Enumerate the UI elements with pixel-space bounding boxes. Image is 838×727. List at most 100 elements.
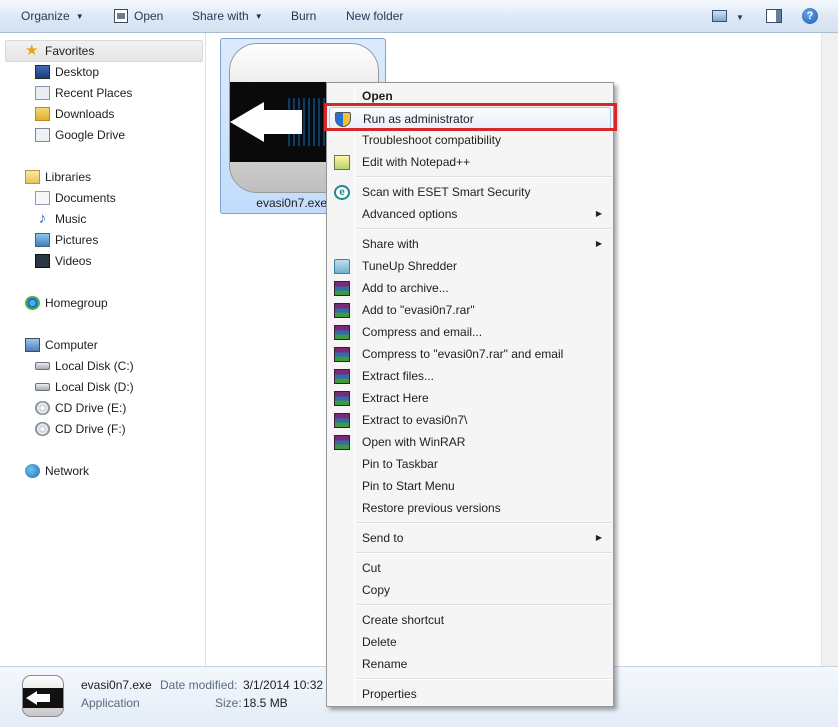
nav-favorites-label: Favorites <box>45 44 95 58</box>
menu-item-cut[interactable]: Cut <box>329 557 611 579</box>
preview-pane-icon[interactable] <box>766 9 782 23</box>
menu-item-add-to-rar[interactable]: Add to "evasi0n7.rar" <box>329 299 611 321</box>
menu-item-compress-and-email[interactable]: Compress and email... <box>329 321 611 343</box>
nav-desktop-label: Desktop <box>55 65 100 79</box>
menu-item-advanced-options[interactable]: Advanced options ▶ <box>329 203 611 225</box>
winrar-icon <box>334 325 350 340</box>
chevron-down-icon: ▼ <box>254 11 263 21</box>
menu-item-label: Properties <box>362 687 417 701</box>
videos-film-icon <box>35 254 50 268</box>
menu-item-extract-here[interactable]: Extract Here <box>329 387 611 409</box>
pictures-icon <box>35 233 50 247</box>
nav-local-disk-d-label: Local Disk (D:) <box>55 380 134 394</box>
submenu-arrow-icon: ▶ <box>595 239 602 248</box>
menu-item-send-to[interactable]: Send to ▶ <box>329 527 611 549</box>
menu-item-copy[interactable]: Copy <box>329 579 611 601</box>
burn-label: Burn <box>291 9 317 23</box>
nav-libraries-label: Libraries <box>45 170 92 184</box>
winrar-icon <box>334 435 350 450</box>
menu-item-label: Share with <box>362 237 419 251</box>
submenu-arrow-icon: ▶ <box>595 533 602 542</box>
menu-item-create-shortcut[interactable]: Create shortcut <box>329 609 611 631</box>
details-date-value: 3/1/2014 10:32 P <box>243 678 335 692</box>
nav-documents-label: Documents <box>55 191 116 205</box>
details-size-label: Size: <box>215 696 242 710</box>
open-button[interactable]: Open <box>114 7 163 27</box>
evasi0n-app-icon <box>22 675 64 717</box>
organize-button[interactable]: Organize ▼ <box>21 7 84 27</box>
details-file-type: Application <box>81 696 140 710</box>
libraries-icon <box>25 170 40 184</box>
menu-item-extract-to-folder[interactable]: Extract to evasi0n7\ <box>329 409 611 431</box>
desktop-icon <box>35 65 50 79</box>
menu-item-open-with-winrar[interactable]: Open with WinRAR <box>329 431 611 453</box>
nav-homegroup-label: Homegroup <box>45 296 108 310</box>
menu-item-share-with[interactable]: Share with ▶ <box>329 233 611 255</box>
vertical-scrollbar[interactable] <box>821 33 838 666</box>
google-drive-icon <box>35 128 50 142</box>
menu-separator <box>357 522 611 524</box>
menu-item-restore-previous-versions[interactable]: Restore previous versions <box>329 497 611 519</box>
organize-label: Organize <box>21 9 70 23</box>
change-view-icon[interactable] <box>712 10 727 22</box>
open-app-icon <box>114 9 128 23</box>
menu-item-run-as-administrator[interactable]: Run as administrator <box>329 107 611 129</box>
menu-item-label: Create shortcut <box>362 613 445 627</box>
recent-places-icon <box>35 86 50 100</box>
chevron-down-icon: ▼ <box>736 12 744 22</box>
icon-arrow-tail <box>262 110 302 134</box>
menu-item-scan-eset[interactable]: e Scan with ESET Smart Security <box>329 181 611 203</box>
downloads-folder-icon <box>35 107 50 121</box>
help-icon[interactable]: ? <box>802 8 818 24</box>
menu-item-open[interactable]: Open <box>329 85 611 107</box>
menu-item-delete[interactable]: Delete <box>329 631 611 653</box>
hard-disk-icon <box>35 362 50 370</box>
menu-item-label: Extract Here <box>362 391 429 405</box>
details-size-value: 18.5 MB <box>243 696 288 710</box>
nav-recent-places-label: Recent Places <box>55 86 133 100</box>
command-bar: Organize ▼ Open Share with ▼ Burn New fold… <box>0 0 838 33</box>
menu-item-edit-with-notepad[interactable]: Edit with Notepad++ <box>329 151 611 173</box>
homegroup-icon <box>25 296 40 310</box>
burn-button[interactable]: Burn <box>291 7 316 27</box>
nav-computer-label: Computer <box>45 338 98 352</box>
menu-item-pin-to-start-menu[interactable]: Pin to Start Menu <box>329 475 611 497</box>
notepad-plus-plus-icon <box>334 155 350 170</box>
share-with-button[interactable]: Share with ▼ <box>192 7 263 27</box>
nav-pictures-label: Pictures <box>55 233 99 247</box>
menu-item-compress-to-rar-and-email[interactable]: Compress to "evasi0n7.rar" and email <box>329 343 611 365</box>
menu-item-label: Compress and email... <box>362 325 483 339</box>
menu-item-troubleshoot-compatibility[interactable]: Troubleshoot compatibility <box>329 129 611 151</box>
open-label: Open <box>134 9 164 23</box>
winrar-icon <box>334 391 350 406</box>
nav-local-disk-c-label: Local Disk (C:) <box>55 359 134 373</box>
share-with-label: Share with <box>192 9 249 23</box>
views-dropdown-button[interactable]: ▼ <box>736 8 744 28</box>
context-menu: Open Run as administrator Troubleshoot c… <box>326 82 614 707</box>
uac-shield-icon <box>335 112 351 127</box>
menu-item-label: Add to archive... <box>362 281 449 295</box>
menu-item-label: Scan with ESET Smart Security <box>362 185 531 199</box>
menu-item-label: Advanced options <box>362 207 458 221</box>
trash-shredder-icon <box>334 259 350 274</box>
nav-videos-label: Videos <box>55 254 92 268</box>
menu-item-label: Delete <box>362 635 397 649</box>
menu-item-tuneup-shredder[interactable]: TuneUp Shredder <box>329 255 611 277</box>
nav-cd-drive-e-label: CD Drive (E:) <box>55 401 127 415</box>
menu-item-add-to-archive[interactable]: Add to archive... <box>329 277 611 299</box>
menu-item-label: Troubleshoot compatibility <box>362 133 501 147</box>
cd-drive-icon <box>35 401 50 415</box>
icon-arrow-tail <box>36 694 50 702</box>
menu-item-label: Restore previous versions <box>362 501 501 515</box>
icon-arrow-head <box>26 691 37 705</box>
menu-item-extract-files[interactable]: Extract files... <box>329 365 611 387</box>
menu-separator <box>357 604 611 606</box>
new-folder-button[interactable]: New folder <box>346 7 403 27</box>
nav-google-drive-label: Google Drive <box>55 128 126 142</box>
menu-item-pin-to-taskbar[interactable]: Pin to Taskbar <box>329 453 611 475</box>
cd-drive-icon <box>35 422 50 436</box>
menu-separator <box>357 176 611 178</box>
menu-item-rename[interactable]: Rename <box>329 653 611 675</box>
menu-separator <box>357 552 611 554</box>
menu-item-properties[interactable]: Properties <box>329 683 611 705</box>
